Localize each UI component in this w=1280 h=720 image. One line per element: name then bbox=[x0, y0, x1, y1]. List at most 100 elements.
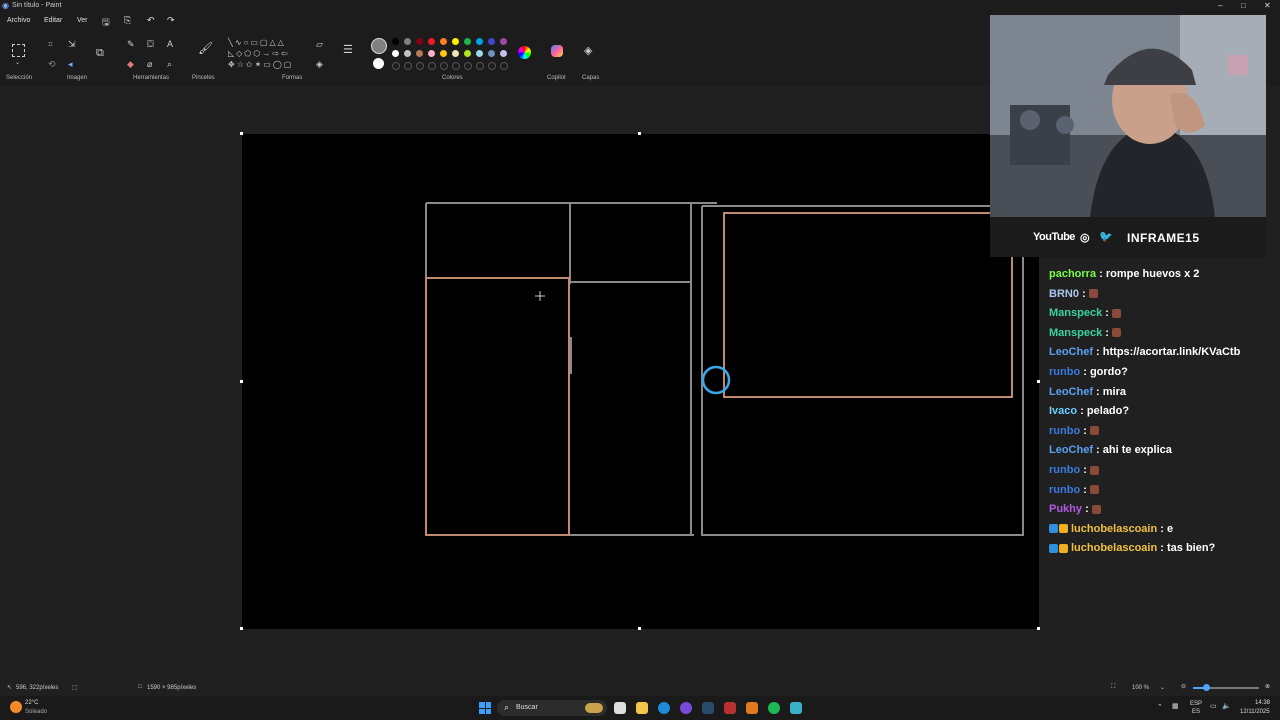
flip-icon[interactable]: ◂ bbox=[68, 59, 73, 69]
rotate-icon[interactable]: ⟲ bbox=[48, 59, 56, 69]
selection-size-icon: ⬚ bbox=[72, 685, 78, 691]
pencil-icon[interactable]: ✎ bbox=[127, 39, 135, 49]
layers-icon[interactable]: ◈ bbox=[584, 46, 592, 57]
shape-fill-icon[interactable]: ◈ bbox=[316, 59, 323, 69]
eraser-icon[interactable]: ◆ bbox=[127, 59, 134, 69]
canvas-size: 1590 × 985píxeles bbox=[147, 685, 197, 691]
magnifier-icon[interactable]: ⌕ bbox=[167, 59, 172, 69]
maximize-button[interactable]: □ bbox=[1241, 1, 1246, 10]
resize-icon[interactable]: ⇲ bbox=[68, 39, 76, 49]
resize-handle-left[interactable] bbox=[240, 380, 243, 383]
redo-icon[interactable]: ↷ bbox=[167, 15, 175, 26]
custom-color-slot[interactable] bbox=[440, 62, 448, 70]
resize-handle-bottom[interactable] bbox=[638, 627, 641, 630]
task-view-icon[interactable] bbox=[614, 702, 626, 714]
menu-editar[interactable]: Editar bbox=[44, 17, 62, 24]
chevron-down-icon[interactable]: ⌄ bbox=[15, 58, 20, 68]
color-swatch[interactable] bbox=[416, 50, 423, 57]
zoom-slider[interactable] bbox=[1193, 684, 1259, 691]
custom-color-slot[interactable] bbox=[476, 62, 484, 70]
language-bottom[interactable]: ES bbox=[1192, 709, 1200, 715]
primary-color-swatch[interactable] bbox=[371, 38, 387, 54]
image-creator-icon[interactable]: ⧉ bbox=[96, 48, 104, 59]
resize-handle-tl[interactable] bbox=[240, 132, 243, 135]
resize-handle-right[interactable] bbox=[1037, 380, 1040, 383]
color-picker-icon[interactable]: ⌀ bbox=[147, 59, 152, 69]
menu-archivo[interactable]: Archivo bbox=[7, 17, 30, 24]
text-icon[interactable]: A bbox=[167, 39, 173, 49]
steam-icon[interactable] bbox=[702, 702, 714, 714]
color-swatch[interactable] bbox=[488, 50, 495, 57]
copilot-icon[interactable] bbox=[551, 45, 563, 57]
save-icon[interactable]: 🖫 bbox=[102, 15, 110, 31]
undo-icon[interactable]: ↶ bbox=[147, 15, 155, 26]
color-swatch[interactable] bbox=[440, 38, 447, 45]
resize-handle-br[interactable] bbox=[1037, 627, 1040, 630]
color-swatch[interactable] bbox=[428, 50, 435, 57]
zoom-dropdown-icon[interactable]: ⌄ bbox=[1160, 684, 1165, 691]
start-button[interactable] bbox=[479, 702, 491, 714]
zoom-in-icon[interactable]: ⊕ bbox=[1265, 683, 1270, 690]
spotify-icon[interactable] bbox=[768, 702, 780, 714]
shapes-gallery[interactable]: ╲∿○▭▢△△ ◺◇⬠⬡→⇨⇦ ✥☆✩✶▭◯▢ bbox=[228, 37, 308, 69]
obs-icon[interactable] bbox=[746, 702, 758, 714]
tray-app-icon[interactable]: ▦ bbox=[1172, 702, 1179, 710]
edit-colors-icon[interactable] bbox=[518, 46, 531, 59]
volume-icon[interactable]: 🔈 bbox=[1222, 702, 1231, 710]
fit-icon[interactable]: ⛶ bbox=[1111, 684, 1115, 691]
file-explorer-icon[interactable] bbox=[636, 702, 648, 714]
size-icon[interactable]: ☰ bbox=[343, 45, 353, 56]
color-swatch[interactable] bbox=[404, 38, 411, 45]
tray-chevron-icon[interactable]: ⌃ bbox=[1157, 703, 1163, 711]
color-swatch[interactable] bbox=[476, 50, 483, 57]
custom-color-slot[interactable] bbox=[428, 62, 436, 70]
custom-color-slot[interactable] bbox=[392, 62, 400, 70]
color-swatch[interactable] bbox=[440, 50, 447, 57]
menu-ver[interactable]: Ver bbox=[77, 17, 88, 24]
crop-icon[interactable]: ⌗ bbox=[48, 39, 53, 49]
secondary-color-swatch[interactable] bbox=[373, 58, 384, 69]
color-swatch[interactable] bbox=[500, 50, 507, 57]
drawing-canvas[interactable] bbox=[240, 132, 1040, 630]
color-swatch[interactable] bbox=[416, 38, 423, 45]
clock-time[interactable]: 14:38 bbox=[1255, 700, 1270, 706]
language-top[interactable]: ESP bbox=[1190, 701, 1202, 707]
brush-icon[interactable]: 🖌 bbox=[198, 42, 213, 54]
resize-handle-bl[interactable] bbox=[240, 627, 243, 630]
discord-icon[interactable] bbox=[680, 702, 692, 714]
zoom-level[interactable]: 100 % bbox=[1132, 685, 1149, 691]
color-swatch[interactable] bbox=[464, 38, 471, 45]
clock-date[interactable]: 12/11/2025 bbox=[1240, 709, 1270, 715]
resize-handle-top[interactable] bbox=[638, 132, 641, 135]
color-swatch[interactable] bbox=[500, 38, 507, 45]
color-swatch[interactable] bbox=[452, 38, 459, 45]
zoom-out-icon[interactable]: ⊖ bbox=[1181, 683, 1186, 690]
close-button[interactable]: ✕ bbox=[1264, 1, 1271, 10]
select-icon[interactable] bbox=[12, 44, 25, 57]
color-swatch[interactable] bbox=[488, 38, 495, 45]
custom-color-slot[interactable] bbox=[404, 62, 412, 70]
paint-taskbar-icon[interactable] bbox=[790, 702, 802, 714]
share-icon[interactable]: ⎘ bbox=[124, 15, 131, 26]
color-swatch[interactable] bbox=[428, 38, 435, 45]
custom-color-slot[interactable] bbox=[500, 62, 508, 70]
zoom-slider-thumb[interactable] bbox=[1203, 684, 1210, 691]
weather-icon[interactable] bbox=[10, 701, 22, 713]
custom-color-slot[interactable] bbox=[488, 62, 496, 70]
color-swatch[interactable] bbox=[392, 38, 399, 45]
taskbar-search[interactable]: ⌕ Buscar bbox=[497, 700, 607, 716]
minimize-button[interactable]: – bbox=[1218, 1, 1222, 10]
color-swatch[interactable] bbox=[476, 38, 483, 45]
app-icon[interactable] bbox=[724, 702, 736, 714]
custom-color-slot[interactable] bbox=[416, 62, 424, 70]
fill-icon[interactable]: ⛋ bbox=[147, 39, 154, 49]
color-swatch[interactable] bbox=[392, 50, 399, 57]
network-icon[interactable]: ▭ bbox=[1210, 702, 1217, 710]
color-swatch[interactable] bbox=[452, 50, 459, 57]
color-swatch[interactable] bbox=[404, 50, 411, 57]
edge-icon[interactable] bbox=[658, 702, 670, 714]
color-swatch[interactable] bbox=[464, 50, 471, 57]
outline-icon[interactable]: ▱ bbox=[316, 39, 323, 49]
custom-color-slot[interactable] bbox=[464, 62, 472, 70]
custom-color-slot[interactable] bbox=[452, 62, 460, 70]
